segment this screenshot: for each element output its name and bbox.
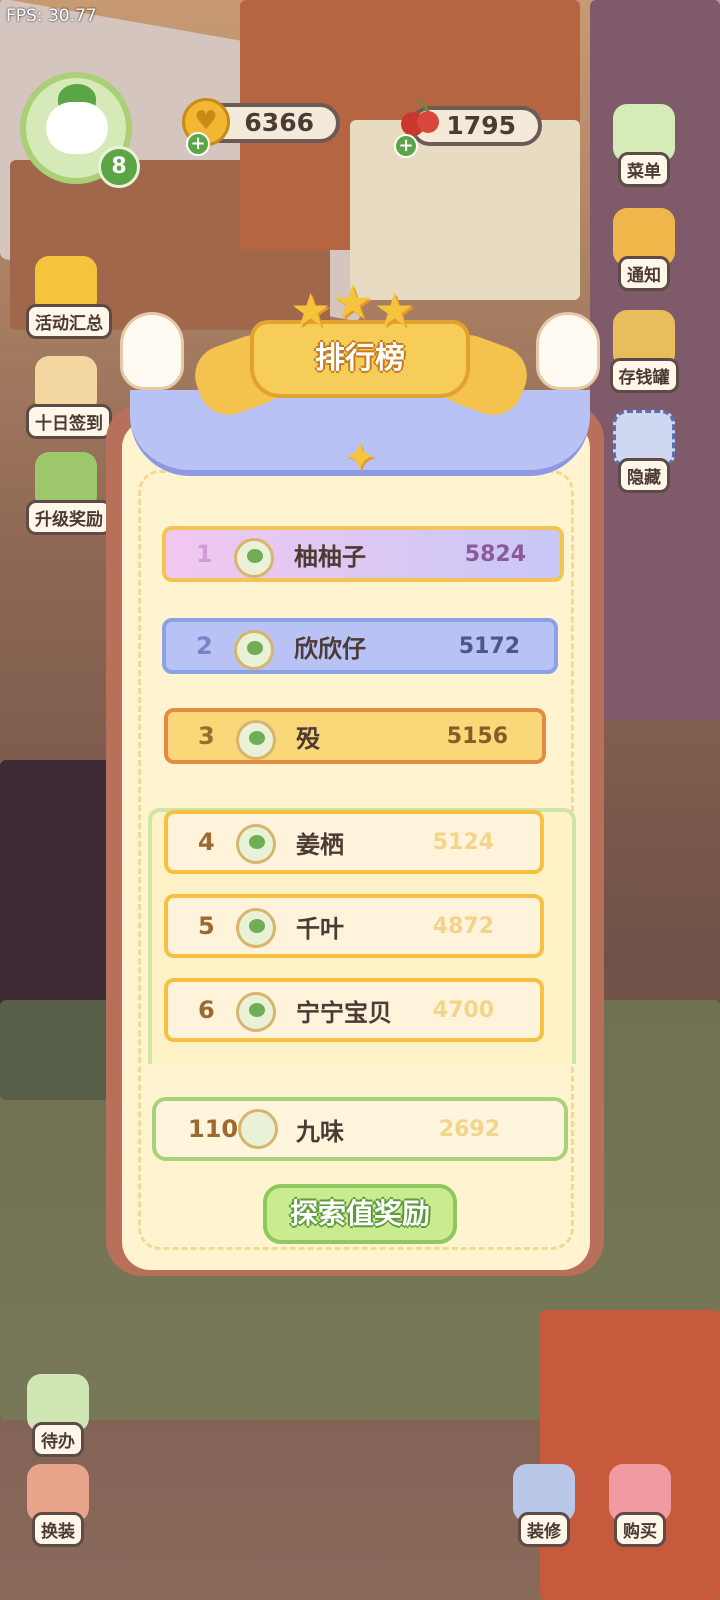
leaderboard-row-3[interactable]: 3 殁 5156 (164, 708, 546, 764)
coin-amount: 6366 (244, 108, 314, 137)
ten-day-signin-label: 十日签到 (26, 404, 112, 439)
list-scallop-edge (150, 1052, 566, 1070)
activity-summary-label: 活动汇总 (26, 304, 112, 339)
piggy-bank-label: 存钱罐 (609, 358, 679, 393)
convenience-store (350, 120, 580, 300)
star-icon: ★ (332, 275, 374, 329)
level-up-reward-button[interactable]: 升级奖励 (26, 452, 112, 535)
leaderboard-row-1[interactable]: 1 柚柚子 5824 (162, 526, 564, 582)
my-rank-number: 110 (188, 1115, 239, 1143)
menu-button[interactable]: 菜单 (604, 104, 684, 187)
rank-number: 4 (198, 828, 215, 856)
todo-label: 待办 (32, 1422, 84, 1457)
rank-number: 6 (198, 996, 215, 1024)
activity-summary-button[interactable]: 活动汇总 (26, 256, 112, 339)
player-avatar-icon (236, 908, 276, 948)
wing-left-icon (120, 312, 184, 390)
shop-label: 购买 (614, 1512, 666, 1547)
player-name: 殁 (296, 724, 320, 753)
level-up-reward-label: 升级奖励 (26, 500, 112, 535)
my-score: 2692 (438, 1116, 500, 1142)
hide-ui-label: 隐藏 (618, 458, 670, 493)
wing-right-icon (536, 312, 600, 390)
add-cherries-button[interactable]: + (394, 134, 418, 158)
fps-counter: FPS: 30.77 (6, 6, 97, 26)
todo-button[interactable]: 待办 (18, 1374, 98, 1457)
leaderboard-title: 排行榜 (250, 320, 470, 398)
my-rank-row[interactable]: 110 九味 2692 (152, 1097, 568, 1161)
avatar-face (46, 102, 108, 154)
player-name: 宁宁宝贝 (296, 998, 392, 1027)
leaderboard-row-2[interactable]: 2 欣欣仔 5172 (162, 618, 558, 674)
renovate-label: 装修 (518, 1512, 570, 1547)
add-coins-button[interactable]: + (186, 132, 210, 156)
my-name: 九味 (296, 1117, 344, 1146)
notification-label: 通知 (618, 256, 670, 291)
cherry-amount: 1795 (446, 111, 516, 140)
player-avatar-icon (236, 720, 276, 760)
player-name: 姜栖 (296, 830, 344, 859)
ten-day-signin-button[interactable]: 十日签到 (26, 356, 112, 439)
hide-ui-button[interactable]: 隐藏 (604, 410, 684, 493)
player-score: 5172 (458, 633, 520, 659)
leaderboard-row-4[interactable]: 4 姜栖 5124 (164, 810, 544, 874)
player-score: 5156 (446, 723, 508, 749)
rank-number: 3 (198, 722, 215, 750)
my-avatar-icon (238, 1109, 278, 1149)
star-icon: ★ (374, 283, 416, 337)
player-score: 4872 (432, 913, 494, 939)
piggy-bank-button[interactable]: 存钱罐 (604, 310, 684, 393)
player-score: 5824 (464, 541, 526, 567)
rank-number: 1 (196, 540, 213, 568)
player-level-badge: 8 (98, 146, 140, 188)
shop-button[interactable]: 购买 (600, 1464, 680, 1547)
star-icon: ★ (290, 283, 332, 337)
rank-number: 2 (196, 632, 213, 660)
menu-label: 菜单 (618, 152, 670, 187)
notification-button[interactable]: 通知 (604, 208, 684, 291)
player-avatar-icon (236, 992, 276, 1032)
player-avatar-icon (234, 630, 274, 670)
player-name: 欣欣仔 (294, 634, 366, 663)
player-avatar-icon (236, 824, 276, 864)
player-score: 5124 (432, 829, 494, 855)
renovate-button[interactable]: 装修 (504, 1464, 584, 1547)
leaderboard-row-5[interactable]: 5 千叶 4872 (164, 894, 544, 958)
leaderboard-row-6[interactable]: 6 宁宁宝贝 4700 (164, 978, 544, 1042)
sparkle-star-icon: ✦ (343, 435, 377, 481)
player-name: 千叶 (296, 914, 344, 943)
player-avatar-icon (234, 538, 274, 578)
snowy-shop-bottom (540, 1310, 720, 1600)
player-name: 柚柚子 (294, 542, 366, 571)
rank-number: 5 (198, 912, 215, 940)
dress-up-button[interactable]: 换装 (18, 1464, 98, 1547)
player-score: 4700 (432, 997, 494, 1023)
exploration-reward-button[interactable]: 探索值奖励 (263, 1184, 457, 1244)
dress-up-label: 换装 (32, 1512, 84, 1547)
